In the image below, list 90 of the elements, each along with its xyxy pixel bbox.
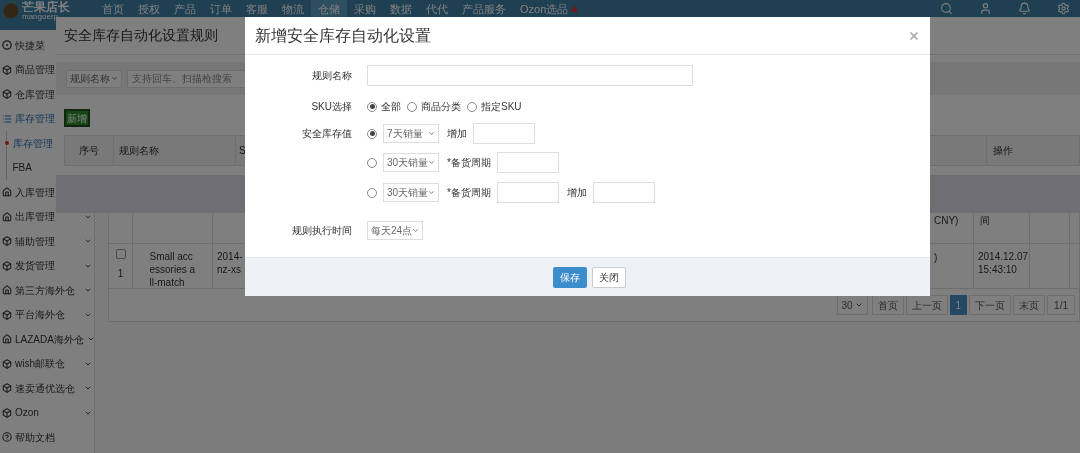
list-icon — [2, 113, 12, 124]
input-field[interactable] — [496, 182, 559, 203]
cube-icon — [2, 64, 12, 75]
add-button[interactable]: 新增 — [64, 109, 90, 127]
filter-dropdown[interactable]: 规则名称 — [66, 69, 122, 88]
sidebar-subitem[interactable]: 库存管理 — [12, 135, 53, 151]
field-label: 安全库存值 — [302, 127, 352, 141]
select-dropdown[interactable]: 30天销量 — [383, 153, 439, 172]
radio-label: 全部 — [381, 100, 401, 114]
logo-domain: mangoerp — [22, 13, 59, 21]
select-dropdown[interactable]: 7天销量 — [383, 124, 439, 143]
sidebar-item[interactable]: 平台海外仓 — [0, 302, 94, 327]
settings-icon[interactable] — [1057, 2, 1070, 15]
field-label: 增加 — [566, 186, 587, 200]
sidebar-item[interactable]: 辅助管理 — [0, 229, 94, 254]
dialog-title: 安全库存自动化设置规则 — [64, 26, 218, 45]
house-icon — [2, 187, 12, 198]
column-header: 操作 — [993, 144, 1013, 158]
page-button[interactable]: 首页 — [871, 295, 904, 315]
sidebar-subitem[interactable]: FBA — [12, 160, 32, 176]
house-icon — [2, 285, 12, 296]
column-header: 规则名称 — [119, 144, 159, 158]
input-field[interactable] — [592, 182, 655, 203]
row-checkbox[interactable] — [115, 249, 126, 259]
disc-icon — [2, 40, 12, 51]
select-dropdown[interactable]: 30天销量 — [383, 183, 439, 202]
column-header: S — [239, 144, 246, 158]
close-icon[interactable] — [908, 29, 920, 42]
sidebar-item[interactable]: 出库管理 — [0, 204, 94, 229]
help-icon — [2, 432, 12, 443]
nav-tab[interactable]: Ozon选品 — [513, 0, 587, 30]
bell-icon[interactable] — [1018, 2, 1031, 15]
caret-icon — [111, 75, 118, 82]
cube-icon — [2, 236, 12, 247]
radio-button[interactable] — [367, 157, 377, 168]
radio-button[interactable] — [467, 101, 477, 112]
field-label: SKU选择 — [310, 100, 352, 114]
page-button[interactable]: 1 — [949, 295, 968, 315]
chevron-icon — [412, 227, 420, 234]
table-cell-text: 2014- — [217, 250, 244, 263]
chevron-icon — [428, 130, 435, 137]
field-label: *备货周期 — [447, 156, 491, 170]
table-cell: ) — [934, 252, 938, 263]
sidebar-item[interactable]: 第三方海外仓 — [0, 278, 94, 303]
chevron-icon — [854, 301, 863, 309]
cube-icon — [2, 358, 12, 369]
person-icon[interactable] — [979, 2, 992, 15]
house-icon — [2, 211, 12, 222]
radio-button[interactable] — [367, 187, 377, 198]
table-cell: 2014.12.07 15:43:10 — [978, 250, 1029, 276]
cube-icon — [2, 407, 12, 418]
sidebar-item[interactable]: 帮助文档 — [0, 425, 94, 450]
cube-icon — [2, 383, 12, 394]
logo-icon — [2, 1, 20, 19]
cube-icon — [2, 309, 12, 320]
sidebar-item[interactable]: wish邮联仓 — [0, 351, 94, 376]
table-cell-text: 1 — [117, 267, 124, 281]
sidebar-item[interactable]: 速卖通优选仓 — [0, 376, 94, 401]
sidebar-item[interactable]: Ozon — [0, 400, 94, 425]
input-field[interactable] — [367, 65, 693, 86]
save-button[interactable]: 保存 — [553, 266, 587, 288]
radio-button[interactable] — [367, 128, 377, 139]
radio-button[interactable] — [367, 101, 377, 112]
radio-label: 指定SKU — [481, 100, 522, 114]
cube-icon — [2, 260, 12, 271]
column-header: CNY) — [934, 214, 959, 228]
close-button[interactable]: 关闭 — [592, 266, 626, 288]
radio-label: 商品分类 — [421, 100, 461, 114]
column-header: 间 — [980, 214, 990, 228]
page-count: 1/1 — [1047, 295, 1075, 315]
search-icon[interactable] — [940, 2, 953, 15]
column-header: 序号 — [79, 144, 99, 158]
chevron-icon — [428, 189, 436, 196]
select-dropdown[interactable]: 每天24点 — [367, 221, 423, 240]
field-label: *备货周期 — [447, 186, 491, 200]
chevron-icon — [428, 159, 436, 166]
sidebar-item[interactable]: LAZADA海外仓 — [0, 327, 94, 352]
table-cell-text: nz-xs — [217, 263, 242, 276]
radio-button[interactable] — [407, 101, 417, 112]
house-icon — [2, 334, 12, 345]
input-field[interactable] — [496, 152, 559, 173]
sidebar-item[interactable]: 入库管理 — [0, 180, 94, 205]
sidebar-item[interactable]: 发货管理 — [0, 253, 94, 278]
page-button[interactable]: 末页 — [1013, 295, 1046, 315]
field-label: 规则执行时间 — [291, 224, 352, 238]
cube-icon — [2, 89, 12, 100]
field-label: 增加 — [447, 127, 467, 141]
logo-text: 芒果店长 — [22, 1, 70, 13]
table-cell: Small accessories all-match — [149, 250, 196, 288]
input-field[interactable] — [473, 123, 535, 144]
